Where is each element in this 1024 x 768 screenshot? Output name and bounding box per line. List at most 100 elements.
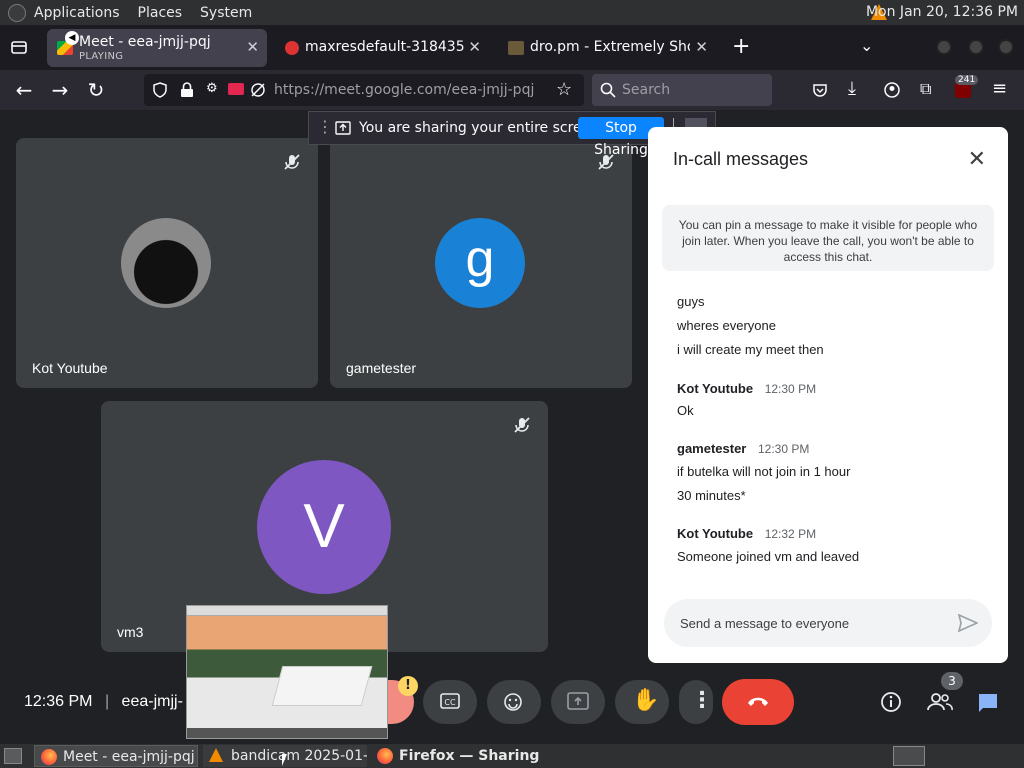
meeting-time-label: 12:36 PM | eea-jmjj- — [24, 693, 183, 711]
sharing-message: You are sharing your entire screen. — [359, 120, 604, 136]
camera-off-icon[interactable] — [250, 82, 266, 98]
emoji-icon — [504, 693, 522, 711]
chat-panel: In-call messages ✕ You can pin a message… — [648, 127, 1008, 663]
participant-avatar: V — [257, 460, 391, 594]
participant-tile[interactable]: g gametester — [330, 138, 632, 388]
tab-playing-label: PLAYING — [79, 51, 124, 62]
ublock-badge-count: 241 — [955, 75, 979, 85]
chat-title: In-call messages — [673, 149, 809, 169]
downloads-icon[interactable]: ⤓ — [848, 78, 856, 99]
nav-bar: ← → ↻ ⚙ https://meet.google.com/eea-jmjj… — [0, 70, 1024, 110]
pin-info-note: You can pin a message to make it visible… — [662, 205, 994, 271]
mouse-cursor-icon — [282, 754, 287, 766]
back-arrow-icon[interactable]: ← — [12, 78, 36, 102]
taskbar-item-meet[interactable]: Meet - eea-jmjj-pqj ... — [34, 745, 198, 767]
preview-hotbar — [187, 728, 387, 738]
chat-message: Someone joined vm and leaved — [677, 549, 860, 564]
participant-tile[interactable]: Kot Youtube — [16, 138, 318, 388]
participant-name: Kot Youtube — [32, 360, 108, 376]
places-menu[interactable]: Places — [138, 5, 183, 21]
chat-timestamp: 12:32 PM — [764, 527, 817, 541]
mic-off-icon — [284, 154, 300, 170]
close-tab-icon[interactable]: ✕ — [695, 38, 708, 56]
panel-clock[interactable]: Mon Jan 20, 12:36 PM — [866, 4, 1018, 20]
tab-title: Meet - eea-jmjj-pqj — [79, 34, 211, 50]
chat-sender: Kot Youtube — [677, 526, 754, 541]
participant-avatar: g — [435, 218, 525, 308]
participant-name: gametester — [346, 360, 417, 376]
chat-sender: gametester — [677, 441, 747, 456]
chat-message-header: Kot Youtube 12:30 PM — [677, 381, 816, 396]
tab-title: maxresdefault-318435746.j — [305, 39, 465, 55]
chat-message-header: gametester 12:30 PM — [677, 441, 809, 456]
drag-handle-icon[interactable]: ⋮ — [317, 117, 333, 136]
bookmark-star-icon[interactable]: ☆ — [556, 79, 572, 100]
url-bar[interactable]: ⚙ https://meet.google.com/eea-jmjj-pqj ☆ — [144, 74, 584, 106]
list-tabs-chevron-down-icon[interactable]: ⌄ — [860, 36, 873, 55]
close-tab-icon[interactable]: ✕ — [468, 38, 481, 56]
chat-message: wheres everyone — [677, 318, 776, 333]
tab-dropm[interactable]: dro.pm - Extremely Short Li ✕ — [500, 29, 716, 67]
distro-logo-icon[interactable] — [8, 3, 26, 22]
tab-overview-icon[interactable] — [10, 38, 28, 56]
chat-icon[interactable] — [977, 692, 999, 714]
new-tab-icon[interactable]: + — [732, 34, 750, 59]
preview-block — [271, 666, 373, 706]
image-favicon-icon — [285, 41, 299, 55]
panel-menu: Applications Places System — [8, 3, 252, 22]
close-icon[interactable]: ✕ — [968, 147, 986, 172]
dropm-favicon-icon — [508, 41, 524, 55]
meeting-clock: 12:36 PM — [24, 693, 93, 710]
more-vert-icon: ⋮ — [691, 688, 713, 713]
applications-menu[interactable]: Applications — [34, 5, 120, 21]
tab-strip: ◀ Meet - eea-jmjj-pqj PLAYING ✕ maxresde… — [0, 25, 1024, 70]
permissions-icon[interactable]: ⚙ — [206, 81, 218, 96]
firefox-icon — [41, 749, 57, 765]
present-screen-icon — [567, 692, 589, 710]
window-close-icon[interactable] — [998, 39, 1014, 55]
screen-share-preview[interactable] — [186, 605, 388, 739]
window-minimize-icon[interactable] — [936, 39, 952, 55]
taskbar-item-label: Meet - eea-jmjj-pqj ... — [63, 749, 198, 765]
people-count-badge: 3 — [941, 672, 963, 690]
workspace-switcher[interactable] — [893, 746, 925, 766]
show-desktop-icon[interactable] — [4, 748, 22, 764]
pocket-icon[interactable] — [812, 82, 828, 98]
meeting-separator: | — [104, 693, 110, 710]
search-bar[interactable]: Search — [592, 74, 772, 106]
chat-message: guys — [677, 294, 705, 309]
send-icon[interactable] — [958, 614, 978, 632]
window-maximize-icon[interactable] — [968, 39, 984, 55]
taskbar: Meet - eea-jmjj-pqj ... bandicam 2025-01… — [0, 744, 1024, 768]
close-tab-icon[interactable]: ✕ — [246, 38, 259, 56]
tab-meet[interactable]: ◀ Meet - eea-jmjj-pqj PLAYING ✕ — [47, 29, 267, 67]
chat-message: i will create my meet then — [677, 342, 824, 357]
system-menu[interactable]: System — [200, 5, 252, 21]
speaker-playing-icon[interactable]: ◀ — [65, 31, 79, 45]
reload-icon[interactable]: ↻ — [84, 78, 108, 102]
chat-timestamp: 12:30 PM — [758, 442, 810, 456]
warning-badge-icon: ! — [398, 676, 418, 696]
hand-icon: ✋ — [632, 688, 660, 713]
meeting-info-icon[interactable] — [880, 691, 902, 713]
extensions-icon[interactable]: ⧉ — [920, 79, 931, 99]
chat-message: 30 minutes* — [677, 488, 746, 503]
taskbar-item-label: bandicam 2025-01-... — [231, 748, 367, 764]
top-panel: Applications Places System Mon Jan 20, 1… — [0, 0, 1024, 25]
mic-off-icon — [514, 417, 530, 433]
share-screen-icon — [335, 121, 351, 135]
tab-title: dro.pm - Extremely Short Li — [530, 39, 690, 55]
url-text[interactable]: https://meet.google.com/eea-jmjj-pqj — [274, 82, 534, 98]
people-icon[interactable] — [927, 692, 953, 712]
hamburger-menu-icon[interactable]: ≡ — [992, 78, 1007, 99]
chat-sender: Kot Youtube — [677, 381, 754, 396]
screen-sharing-indicator-icon[interactable] — [228, 83, 244, 95]
tracking-shield-icon[interactable] — [152, 82, 168, 98]
lock-icon[interactable] — [180, 82, 194, 98]
account-icon[interactable] — [884, 82, 900, 98]
tab-maxresdefault[interactable]: maxresdefault-318435746.j ✕ — [277, 29, 489, 67]
taskbar-item-firefox-sharing[interactable]: Firefox — Sharing I... — [371, 745, 541, 767]
chat-input[interactable]: Send a message to everyone — [664, 599, 992, 647]
participant-avatar — [121, 218, 211, 308]
forward-arrow-icon[interactable]: → — [48, 78, 72, 102]
